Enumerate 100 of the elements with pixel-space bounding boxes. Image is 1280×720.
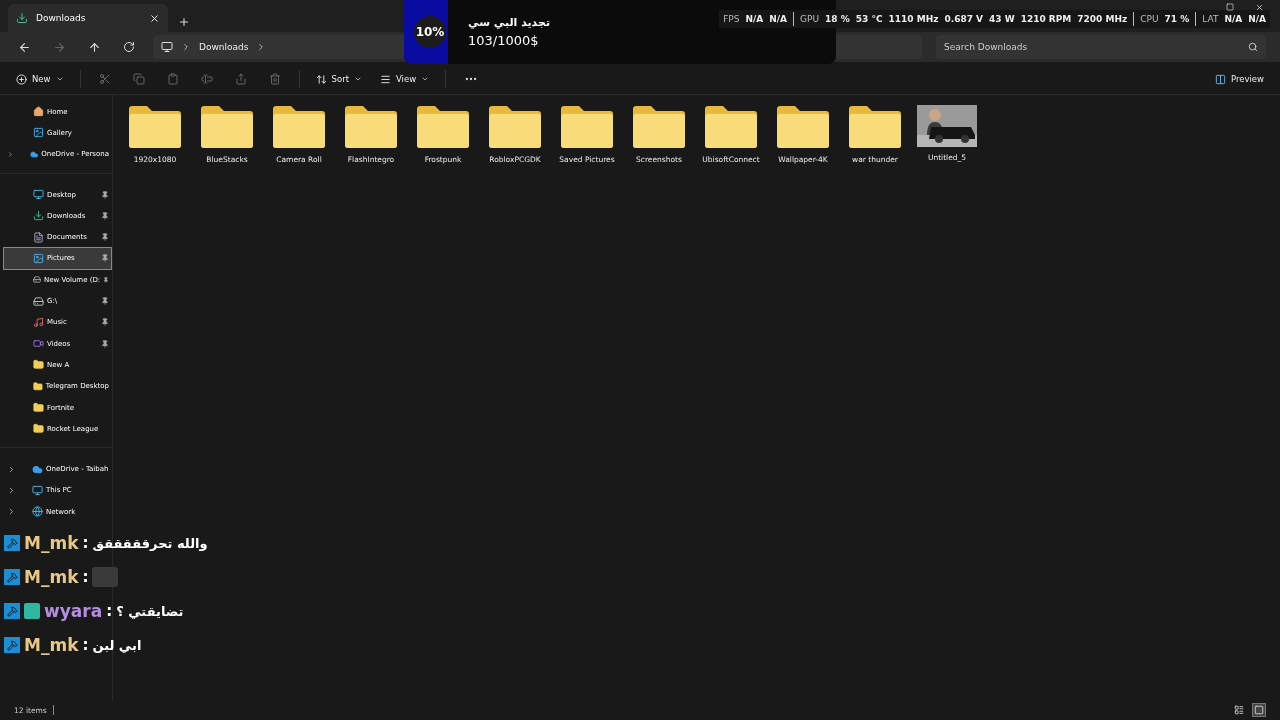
chat-separator: : [82,636,89,654]
maximize-button[interactable] [1226,3,1234,11]
expand-icon[interactable] [7,507,16,517]
hammer-icon [4,603,20,619]
monitor-icon [32,484,43,496]
stat-label: GPU [800,14,820,24]
home-icon [33,106,44,118]
chat-separator: : [82,568,89,586]
arrow-up-icon [88,40,101,54]
expand-icon[interactable] [7,464,16,474]
pin-icon [103,275,109,284]
globe-icon [32,506,43,518]
close-button[interactable] [1255,3,1264,12]
close-icon [1255,3,1264,12]
stat-value: N/A [1248,14,1266,24]
search-field[interactable]: Search Downloads [936,35,1266,59]
stat-value: 71 % [1164,14,1190,24]
stat-value: 1110 MHz [888,14,939,24]
folder-icon [33,402,44,413]
image-icon [33,127,44,139]
close-icon[interactable] [149,12,160,24]
sort-icon [315,73,327,85]
monitor-icon [33,189,44,201]
image-icon [33,252,44,264]
stat-label: FPS [723,14,740,24]
drive-icon [33,295,44,307]
hammer-icon [4,535,20,551]
folder-icon [127,105,183,149]
folder-icon [703,105,759,149]
refresh-icon [123,41,135,53]
arrow-left-icon [18,40,31,54]
pin-icon [101,190,109,199]
folder-icon [199,105,255,149]
goal-title: تجديد البي سي [468,16,551,29]
breadcrumb-item[interactable]: Downloads [199,42,249,52]
caret-icon [354,75,362,83]
cloud-icon [29,148,39,160]
folder-icon [271,105,327,149]
stat-label: LAT [1202,14,1219,24]
chat-separator: : [106,602,113,620]
pin-icon [101,318,109,327]
stat-value: N/A [745,14,764,24]
chat-message: والله تحرقققققق [92,535,208,551]
stat-value: N/A [1224,14,1243,24]
cloud-icon [32,463,43,475]
clipboard-icon [166,73,179,85]
preview-button[interactable]: Preview [1212,71,1266,87]
stat-value: 43 W [989,14,1015,24]
stat-value: N/A [769,14,788,24]
chat-username: M_mk [24,533,79,553]
expand-icon[interactable] [7,149,14,159]
share-icon [234,73,247,85]
hammer-icon [4,569,20,585]
download-icon [33,210,44,222]
monitor-icon [161,41,173,53]
goal-amount: 103/1000$ [468,33,540,48]
panel-icon [1214,73,1226,85]
caret-icon [55,75,64,83]
expand-icon[interactable] [7,485,16,495]
new-button[interactable]: New [14,71,66,87]
view-button[interactable]: View [378,71,432,87]
pin-icon [101,211,109,220]
pin-icon [101,233,109,242]
tab[interactable]: Downloads [8,4,168,32]
video-icon [33,338,44,350]
download-icon [16,12,28,24]
folder-icon [847,105,903,149]
stat-label: CPU [1140,14,1159,24]
folder-icon [343,105,399,149]
tab-title: Downloads [36,13,87,23]
pin-icon [101,297,109,305]
plus-circle-icon [16,73,27,85]
caret-icon [421,75,430,83]
square-icon [1254,705,1264,715]
pin-icon [101,254,109,263]
chat-message: ابي لبن [92,637,142,653]
tiles-view-button[interactable] [1252,703,1266,717]
rename-icon [200,73,213,85]
square-icon [1226,3,1234,11]
music-icon [33,316,44,328]
folder-icon [33,380,43,392]
scissors-icon [98,73,111,85]
folder-icon [415,105,471,149]
sort-button[interactable]: Sort [313,71,364,87]
folder-icon [33,423,44,435]
details-view-button[interactable] [1232,703,1246,717]
document-icon [33,231,44,243]
chat-username: M_mk [24,635,79,655]
stat-value: 53 °C [855,14,883,24]
copy-icon [132,73,145,85]
plus-icon [178,16,190,28]
stat-value: 7200 MHz [1077,14,1128,24]
drive-icon [33,274,41,286]
stat-value: 18 % [825,14,850,24]
folder-icon [33,359,44,371]
chat-separator: : [82,534,89,552]
folder-icon [487,105,543,149]
folder-icon [631,105,687,149]
stat-value: 0.687 V [944,14,984,24]
chat-message: تضايقتي ؟ [116,603,184,619]
